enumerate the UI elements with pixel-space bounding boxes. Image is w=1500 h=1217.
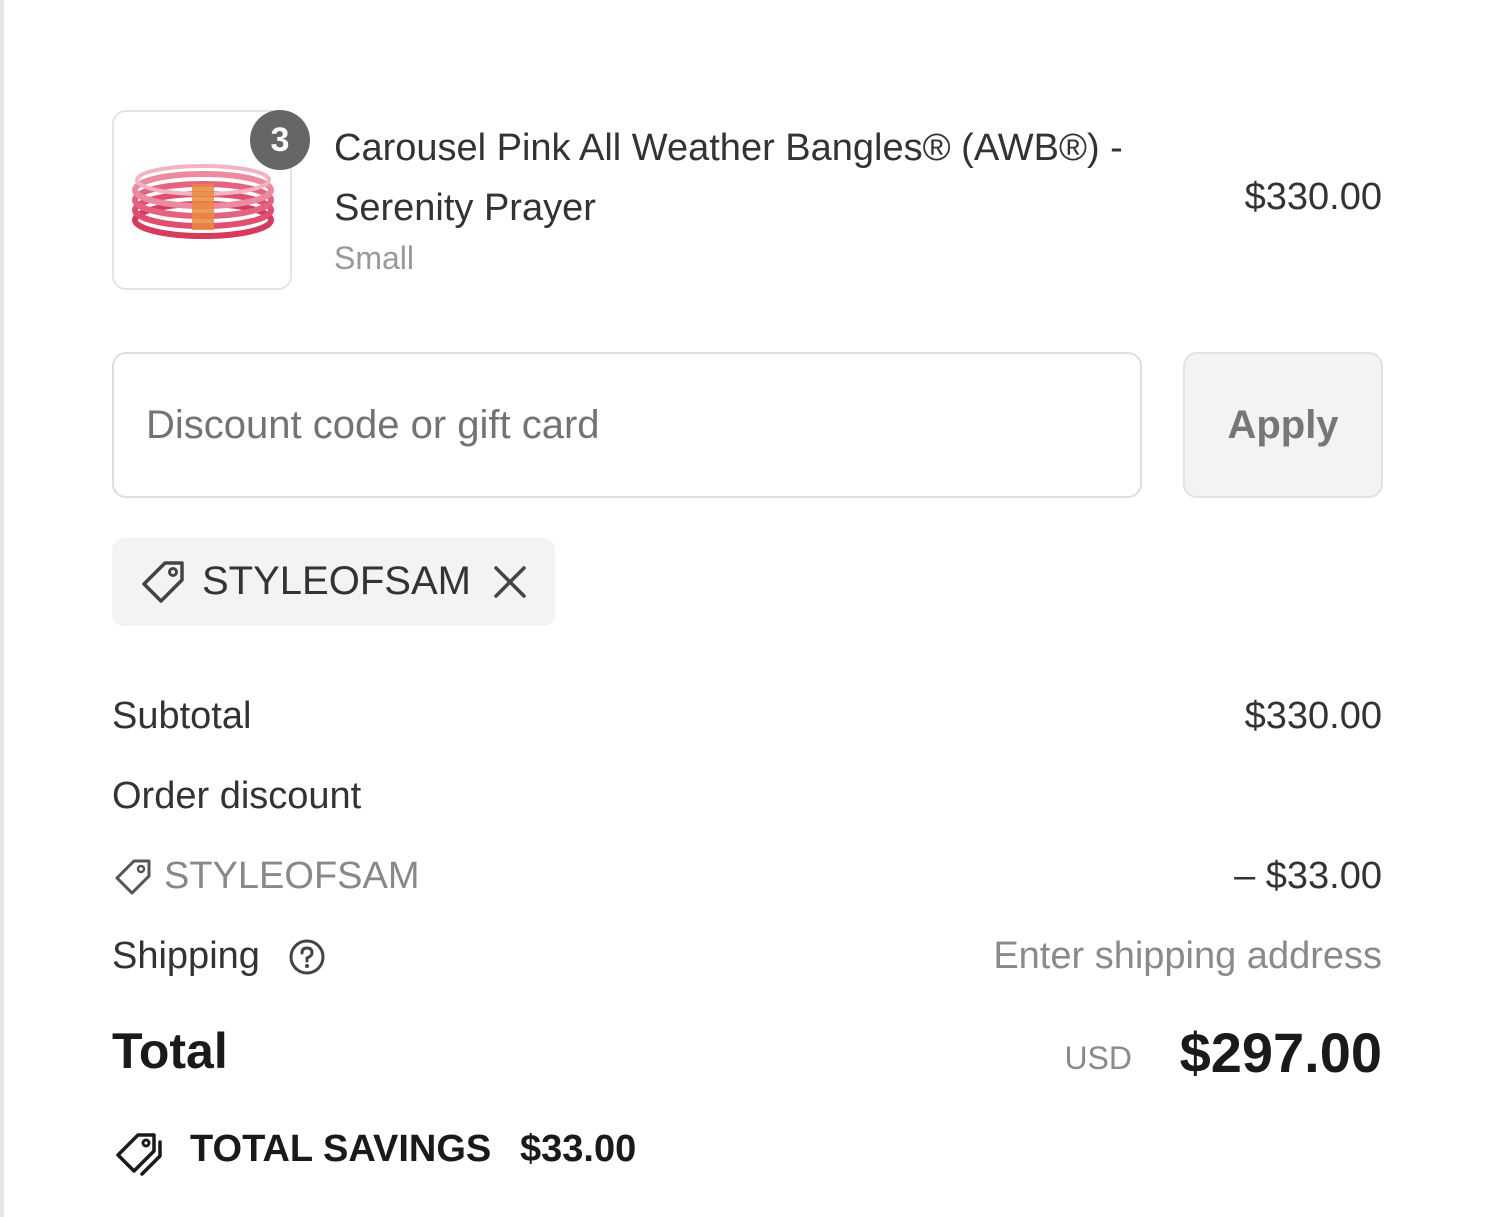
apply-discount-button[interactable]: Apply <box>1183 352 1383 498</box>
total-savings-row: TOTAL SAVINGS $33.00 <box>112 1122 812 1182</box>
subtotal-value: $330.00 <box>1244 695 1382 737</box>
subtotal-label: Subtotal <box>112 695 252 737</box>
tag-icon <box>142 561 184 603</box>
total-savings-amount: $33.00 <box>520 1128 637 1170</box>
subtotal-row: Subtotal $330.00 <box>112 688 1382 744</box>
applied-code-label: STYLEOFSAM <box>202 559 471 603</box>
order-summary: 3 Carousel Pink All Weather Bangles® (AW… <box>112 0 1383 1217</box>
total-label: Total <box>112 1023 228 1079</box>
savings-tags-icon <box>116 1133 162 1176</box>
help-circle-icon[interactable] <box>288 938 326 976</box>
shipping-row: Shipping Enter shipping address <box>112 928 1382 984</box>
discount-code-label: STYLEOFSAM <box>164 855 420 897</box>
discount-code-row: STYLEOFSAM – $33.00 <box>112 848 1382 904</box>
shipping-value: Enter shipping address <box>993 935 1382 977</box>
discount-value: – $33.00 <box>1234 855 1382 897</box>
applied-discount-chip: STYLEOFSAM <box>112 538 555 626</box>
bangles-image <box>132 164 274 239</box>
currency-label: USD <box>1064 1040 1132 1076</box>
total-row: Total USD $297.00 <box>112 1018 1382 1090</box>
total-amount: $297.00 <box>1179 1021 1382 1084</box>
quantity-badge: 3 <box>250 110 310 170</box>
order-discount-row: Order discount <box>112 768 1382 824</box>
tag-icon <box>115 859 151 895</box>
shipping-label: Shipping <box>112 935 260 977</box>
total-savings-label: TOTAL SAVINGS <box>190 1128 492 1170</box>
order-discount-label: Order discount <box>112 775 362 817</box>
product-title: Carousel Pink All Weather Bangles® (AWB®… <box>334 127 1123 229</box>
product-thumbnail: 3 <box>112 110 310 290</box>
panel-divider <box>0 0 4 1217</box>
discount-code-input[interactable] <box>112 352 1142 498</box>
product-price: $330.00 <box>1244 176 1382 218</box>
product-variant: Small <box>334 240 415 276</box>
product-line-item: 3 Carousel Pink All Weather Bangles® (AW… <box>112 80 1382 295</box>
remove-discount-close-icon[interactable] <box>490 560 530 604</box>
